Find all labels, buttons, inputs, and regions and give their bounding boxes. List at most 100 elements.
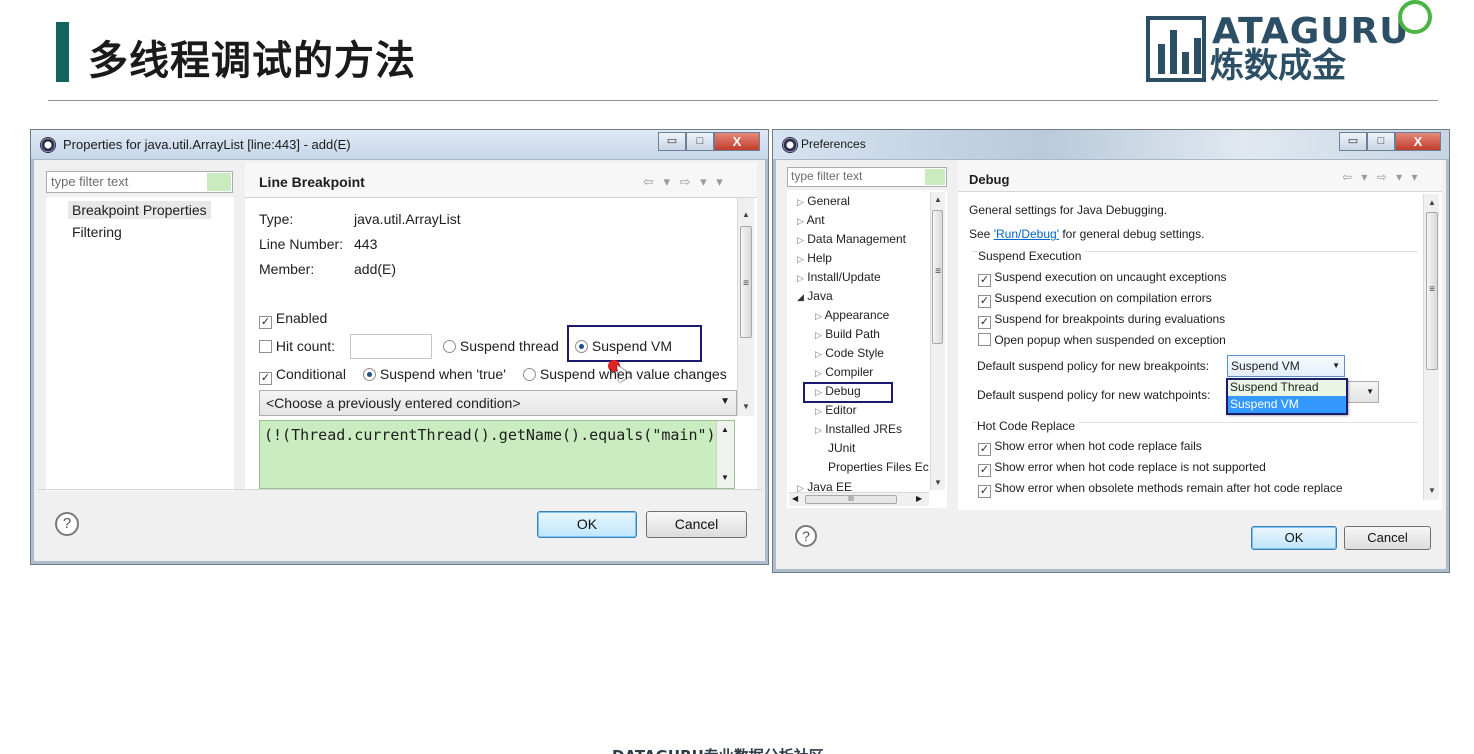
dropdown-option-suspend-thread[interactable]: Suspend Thread xyxy=(1228,380,1346,396)
tree-item-help[interactable]: ▷ Help xyxy=(797,251,832,265)
option-hcr-not-supported[interactable]: ✓ Show error when hot code replace is no… xyxy=(978,460,1266,477)
tree-item-properties-files-editor[interactable]: Properties Files Ec xyxy=(828,460,932,474)
option-obsolete-methods[interactable]: ✓ Show error when obsolete methods remai… xyxy=(978,481,1343,498)
cancel-button[interactable]: Cancel xyxy=(646,511,747,538)
checkbox-icon: ✓ xyxy=(978,485,991,498)
tree-item-installed-jres[interactable]: ▷ Installed JREs xyxy=(815,422,902,436)
help-icon[interactable]: ? xyxy=(55,512,79,536)
hscroll-grip: III xyxy=(848,496,854,503)
option-hcr-fails[interactable]: ✓ Show error when hot code replace fails xyxy=(978,439,1202,456)
hit-count-label: Hit count: xyxy=(275,338,336,354)
hit-count-input[interactable] xyxy=(350,334,432,359)
maximize-button[interactable]: □ xyxy=(686,132,714,151)
tree-item-appearance[interactable]: ▷ Appearance xyxy=(815,308,889,322)
annotation-box xyxy=(567,325,702,362)
slide-footer: DATAGURU专业数据分析社区 xyxy=(612,745,824,754)
suspend-thread-radio[interactable]: Suspend thread xyxy=(443,338,559,354)
enabled-checkbox[interactable]: ✓ Enabled xyxy=(259,310,327,329)
close-button[interactable]: X xyxy=(1395,132,1441,151)
tree-item-ant[interactable]: ▷ Ant xyxy=(797,213,825,227)
ok-button[interactable]: OK xyxy=(537,511,637,538)
pane-scrollbar[interactable]: ▲ ≡ ▼ xyxy=(1423,194,1439,500)
policy-breakpoints-value: Suspend VM xyxy=(1231,359,1300,373)
tree-item-general[interactable]: ▷ General xyxy=(797,194,850,208)
window-title: Properties for java.util.ArrayList [line… xyxy=(63,137,351,152)
tree-item-data-management[interactable]: ▷ Data Management xyxy=(797,232,906,246)
member-value: add(E) xyxy=(354,261,397,277)
filter-clear-area xyxy=(925,169,945,185)
cancel-button[interactable]: Cancel xyxy=(1344,526,1431,550)
suspend-thread-label: Suspend thread xyxy=(459,338,559,354)
window-titlebar: Preferences ▭ □ X xyxy=(773,130,1449,160)
logo-text-chinese: 炼数成金 xyxy=(1210,46,1346,86)
expand-arrow-icon: ▷ xyxy=(815,330,822,340)
tree-item-install-update[interactable]: ▷ Install/Update xyxy=(797,270,881,284)
chevron-down-icon: ▼ xyxy=(1332,361,1340,370)
condition-editor[interactable]: (!(Thread.currentThread().getName().equa… xyxy=(259,420,735,489)
editor-scrollbar[interactable]: ▲ ▼ xyxy=(716,421,734,488)
policy-breakpoints-select[interactable]: Suspend VM ▼ xyxy=(1227,355,1345,377)
option-uncaught-exceptions[interactable]: ✓ Suspend execution on uncaught exceptio… xyxy=(978,270,1227,287)
history-nav-icons[interactable]: ⇦ ▾ ⇨ ▾ ▾ xyxy=(643,174,726,190)
tree-item-breakpoint-properties[interactable]: Breakpoint Properties xyxy=(68,201,211,219)
option-popup-on-exception[interactable]: Open popup when suspended on exception xyxy=(978,333,1226,347)
section-title: Line Breakpoint xyxy=(259,174,365,190)
help-icon[interactable]: ? xyxy=(795,525,817,547)
tree-item-build-path[interactable]: ▷ Build Path xyxy=(815,327,880,341)
tree-item-code-style[interactable]: ▷ Code Style xyxy=(815,346,884,360)
option-compilation-errors[interactable]: ✓ Suspend execution on compilation error… xyxy=(978,291,1212,308)
scroll-down-icon: ▼ xyxy=(1428,486,1436,495)
close-button[interactable]: X xyxy=(714,132,760,151)
collapse-arrow-icon: ◢ xyxy=(797,292,804,302)
pane-header: Line Breakpoint ⇦ ▾ ⇨ ▾ ▾ xyxy=(245,162,757,198)
history-nav-icons[interactable]: ⇦ ▾ ⇨ ▾ ▾ xyxy=(1342,170,1421,184)
group-title: Hot Code Replace xyxy=(977,419,1080,433)
pane-scrollbar[interactable]: ▲ ≡ ▼ xyxy=(737,198,754,416)
slide-title: 多线程调试的方法 xyxy=(88,38,416,84)
dropdown-option-suspend-vm[interactable]: Suspend VM xyxy=(1228,396,1346,413)
radio-icon xyxy=(443,340,456,353)
filter-input[interactable]: type filter text xyxy=(787,167,947,187)
tree-item-junit[interactable]: JUnit xyxy=(828,441,855,455)
preferences-dialog: Preferences ▭ □ X type filter text ▷ Gen… xyxy=(772,129,1450,573)
filter-placeholder: type filter text xyxy=(51,174,129,189)
chevron-down-icon: ▼ xyxy=(720,396,730,407)
checkbox-icon: ✓ xyxy=(259,316,272,329)
expand-arrow-icon: ▷ xyxy=(815,368,822,378)
ok-button[interactable]: OK xyxy=(1251,526,1337,550)
expand-arrow-icon: ▷ xyxy=(815,349,822,359)
minimize-button[interactable]: ▭ xyxy=(1339,132,1367,151)
minimize-button[interactable]: ▭ xyxy=(658,132,686,151)
see-text: See 'Run/Debug' for general debug settin… xyxy=(969,227,1205,241)
breakpoint-pane: Line Breakpoint ⇦ ▾ ⇨ ▾ ▾ Type: java.uti… xyxy=(245,162,757,489)
scroll-down-icon: ▼ xyxy=(721,473,729,482)
scroll-grip-icon: ≡ xyxy=(1429,284,1435,295)
scroll-right-icon: ▶ xyxy=(916,494,923,503)
conditional-checkbox[interactable]: ✓ Conditional xyxy=(259,366,346,385)
conditional-label: Conditional xyxy=(275,366,346,382)
tree-item-editor[interactable]: ▷ Editor xyxy=(815,403,857,417)
policy-watchpoints-label: Default suspend policy for new watchpoin… xyxy=(977,388,1211,402)
condition-select[interactable]: <Choose a previously entered condition> … xyxy=(259,390,737,416)
suspend-true-radio[interactable]: Suspend when 'true' xyxy=(363,366,506,382)
tree-hscrollbar[interactable]: ◀ III ▶ xyxy=(789,492,929,506)
checkbox-icon: ✓ xyxy=(978,464,991,477)
tree-item-compiler[interactable]: ▷ Compiler xyxy=(815,365,873,379)
suspend-changes-radio[interactable]: Suspend when value changes xyxy=(523,366,727,382)
run-debug-link[interactable]: 'Run/Debug' xyxy=(994,227,1059,241)
debug-pane: Debug ⇦ ▾ ⇨ ▾ ▾ General settings for Jav… xyxy=(958,160,1442,510)
window-title: Preferences xyxy=(801,137,866,151)
expand-arrow-icon: ▷ xyxy=(815,406,822,416)
tree-item-filtering[interactable]: Filtering xyxy=(72,224,122,240)
tree-scrollbar[interactable]: ▲ ≡ ▼ xyxy=(930,192,945,490)
radio-icon xyxy=(523,368,536,381)
tree-item-java[interactable]: ◢ Java xyxy=(797,289,833,303)
hit-count-checkbox[interactable]: Hit count: xyxy=(259,338,335,354)
scroll-thumb[interactable] xyxy=(932,210,943,344)
pane-header: Debug ⇦ ▾ ⇨ ▾ ▾ xyxy=(958,160,1442,192)
hscroll-thumb[interactable]: III xyxy=(805,495,897,504)
scroll-left-icon: ◀ xyxy=(792,494,799,503)
maximize-button[interactable]: □ xyxy=(1367,132,1395,151)
filter-input[interactable]: type filter text xyxy=(46,171,233,193)
option-breakpoints-evaluations[interactable]: ✓ Suspend for breakpoints during evaluat… xyxy=(978,312,1225,329)
